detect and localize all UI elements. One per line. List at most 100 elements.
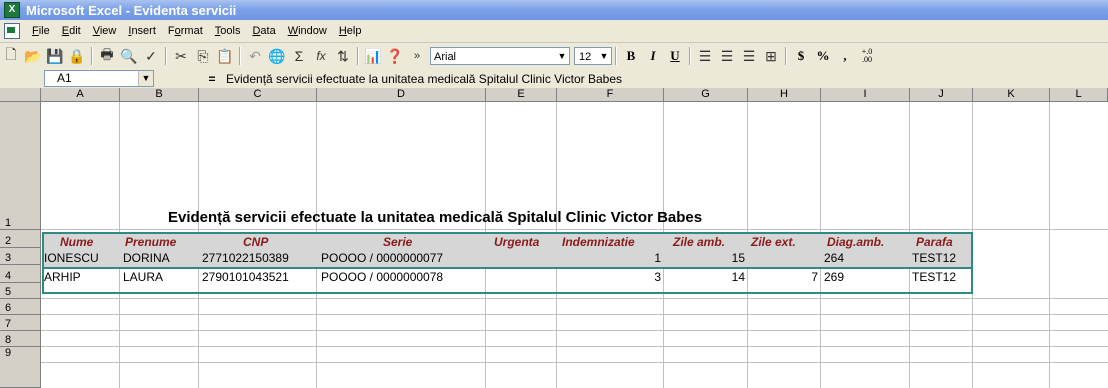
permission-icon[interactable]: 🔒 [66,45,88,67]
row-header-9[interactable]: 9 [0,347,41,388]
table-cell-nume[interactable]: ARHIP [44,269,81,286]
table-cell-parafa[interactable]: TEST12 [912,250,956,267]
table-cell-parafa[interactable]: TEST12 [912,269,956,286]
menu-view[interactable]: View [87,25,123,37]
name-box[interactable]: A1 ▼ [44,70,154,87]
align-center-icon[interactable]: ☰ [716,45,738,67]
table-cell-zile-ext[interactable]: 7 [748,269,818,286]
open-icon[interactable]: 📂 [22,45,44,67]
excel-app-icon[interactable]: X [4,2,20,18]
table-cell-prenume[interactable]: LAURA [123,269,163,286]
align-left-icon[interactable]: ☰ [694,45,716,67]
sort-ascending-icon[interactable]: ⇅ [332,45,354,67]
menu-help[interactable]: Help [333,25,368,37]
increase-decimal-button[interactable]: +.0 .00 [856,45,878,67]
column-header-g[interactable]: G [664,88,748,102]
menu-insert[interactable]: Insert [122,25,162,37]
row-header-8[interactable]: 8 [0,331,41,347]
align-right-icon[interactable]: ☰ [738,45,760,67]
function-icon[interactable]: fx [310,45,332,67]
bold-button[interactable]: B [620,45,642,67]
toolbar-options-icon[interactable]: » [406,45,428,67]
menu-format[interactable]: Format [162,25,209,37]
table-cell-diag[interactable]: 264 [824,250,844,267]
header-parafa[interactable]: Parafa [916,234,953,250]
column-header-i[interactable]: I [821,88,910,102]
column-header-h[interactable]: H [748,88,821,102]
row-header-1[interactable]: 1 [0,102,41,230]
menu-edit[interactable]: Edit [56,25,87,37]
cut-icon[interactable]: ✂ [170,45,192,67]
row-header-2[interactable]: 2 [0,230,41,248]
header-zile-amb[interactable]: Zile amb. [673,234,725,250]
print-preview-icon[interactable]: 🔍 [118,45,140,67]
row-header-6[interactable]: 6 [0,299,41,315]
row-header-4[interactable]: 4 [0,265,41,283]
chevron-down-icon[interactable]: ▼ [556,49,568,63]
print-icon[interactable]: 🖶 [96,45,118,67]
comma-button[interactable]: , [834,45,856,67]
autosum-icon[interactable]: Σ [288,45,310,67]
header-diag-amb[interactable]: Diag.amb. [827,234,884,250]
percent-button[interactable]: % [812,45,834,67]
table-cell-prenume[interactable]: DORINA [123,250,170,267]
table-cell-zile-amb[interactable]: 15 [664,250,745,267]
column-header-c[interactable]: C [199,88,317,102]
spelling-icon[interactable]: ✓ [140,45,162,67]
table-cell-indemnizatie[interactable]: 1 [557,250,661,267]
header-urgenta[interactable]: Urgenta [494,234,539,250]
formula-equals[interactable]: = [198,72,226,86]
table-cell-serie[interactable]: POOOO / 0000000078 [321,269,443,286]
help-icon[interactable]: ❓ [384,45,406,67]
undo-icon[interactable]: ↶ [244,45,266,67]
copy-icon[interactable]: ⎘ [192,45,214,67]
chevron-down-icon[interactable]: ▼ [138,71,153,86]
menu-window[interactable]: Window [282,25,333,37]
sheet-title-cell[interactable]: Evidență servicii efectuate la unitatea … [168,209,702,226]
column-header-e[interactable]: E [486,88,557,102]
merge-center-icon[interactable]: ⊞ [760,45,782,67]
column-header-k[interactable]: K [973,88,1050,102]
workbook-icon[interactable] [4,23,20,39]
underline-button[interactable]: U [664,45,686,67]
table-cell-nume[interactable]: IONESCU [44,250,99,267]
table-cell-indemnizatie[interactable]: 3 [557,269,661,286]
table-cell-serie[interactable]: POOOO / 0000000077 [321,250,443,267]
column-header-a[interactable]: A [41,88,120,102]
menu-data[interactable]: Data [246,25,281,37]
row-header-3[interactable]: 3 [0,248,41,265]
header-cnp[interactable]: CNP [243,234,268,250]
header-serie[interactable]: Serie [383,234,412,250]
italic-button[interactable]: I [642,45,664,67]
paste-icon[interactable]: 📋 [214,45,236,67]
column-header-j[interactable]: J [910,88,973,102]
column-header-f[interactable]: F [557,88,664,102]
header-zile-ext[interactable]: Zile ext. [751,234,796,250]
worksheet-grid[interactable]: A B C D E F G H I J K L 1 2 3 4 5 6 7 8 … [0,88,1108,388]
font-size-select[interactable]: 12 ▼ [574,47,612,65]
table-cell-zile-ext[interactable] [748,250,818,267]
currency-button[interactable]: $ [790,45,812,67]
chart-wizard-icon[interactable]: 📊 [362,45,384,67]
table-cell-zile-amb[interactable]: 14 [664,269,745,286]
header-indemnizatie[interactable]: Indemnizatie [562,234,635,250]
row-header-5[interactable]: 5 [0,283,41,299]
table-cell-cnp[interactable]: 2790101043521 [202,269,289,286]
save-icon[interactable]: 💾 [44,45,66,67]
row-header-7[interactable]: 7 [0,315,41,331]
column-header-d[interactable]: D [317,88,486,102]
formula-input[interactable]: Evidență servicii efectuate la unitatea … [226,72,622,86]
header-nume[interactable]: Nume [60,234,93,250]
column-header-b[interactable]: B [120,88,199,102]
menu-file[interactable]: File [26,25,56,37]
header-prenume[interactable]: Prenume [125,234,176,250]
table-cell-diag[interactable]: 269 [824,269,844,286]
menu-tools[interactable]: Tools [209,25,247,37]
select-all-corner[interactable] [0,88,41,102]
chevron-down-icon[interactable]: ▼ [598,49,610,63]
column-header-l[interactable]: L [1050,88,1108,102]
font-name-select[interactable]: Arial ▼ [430,47,570,65]
table-cell-cnp[interactable]: 2771022150389 [202,250,289,267]
hyperlink-icon[interactable]: 🌐 [266,45,288,67]
new-icon[interactable]: 🗋 [0,45,22,67]
